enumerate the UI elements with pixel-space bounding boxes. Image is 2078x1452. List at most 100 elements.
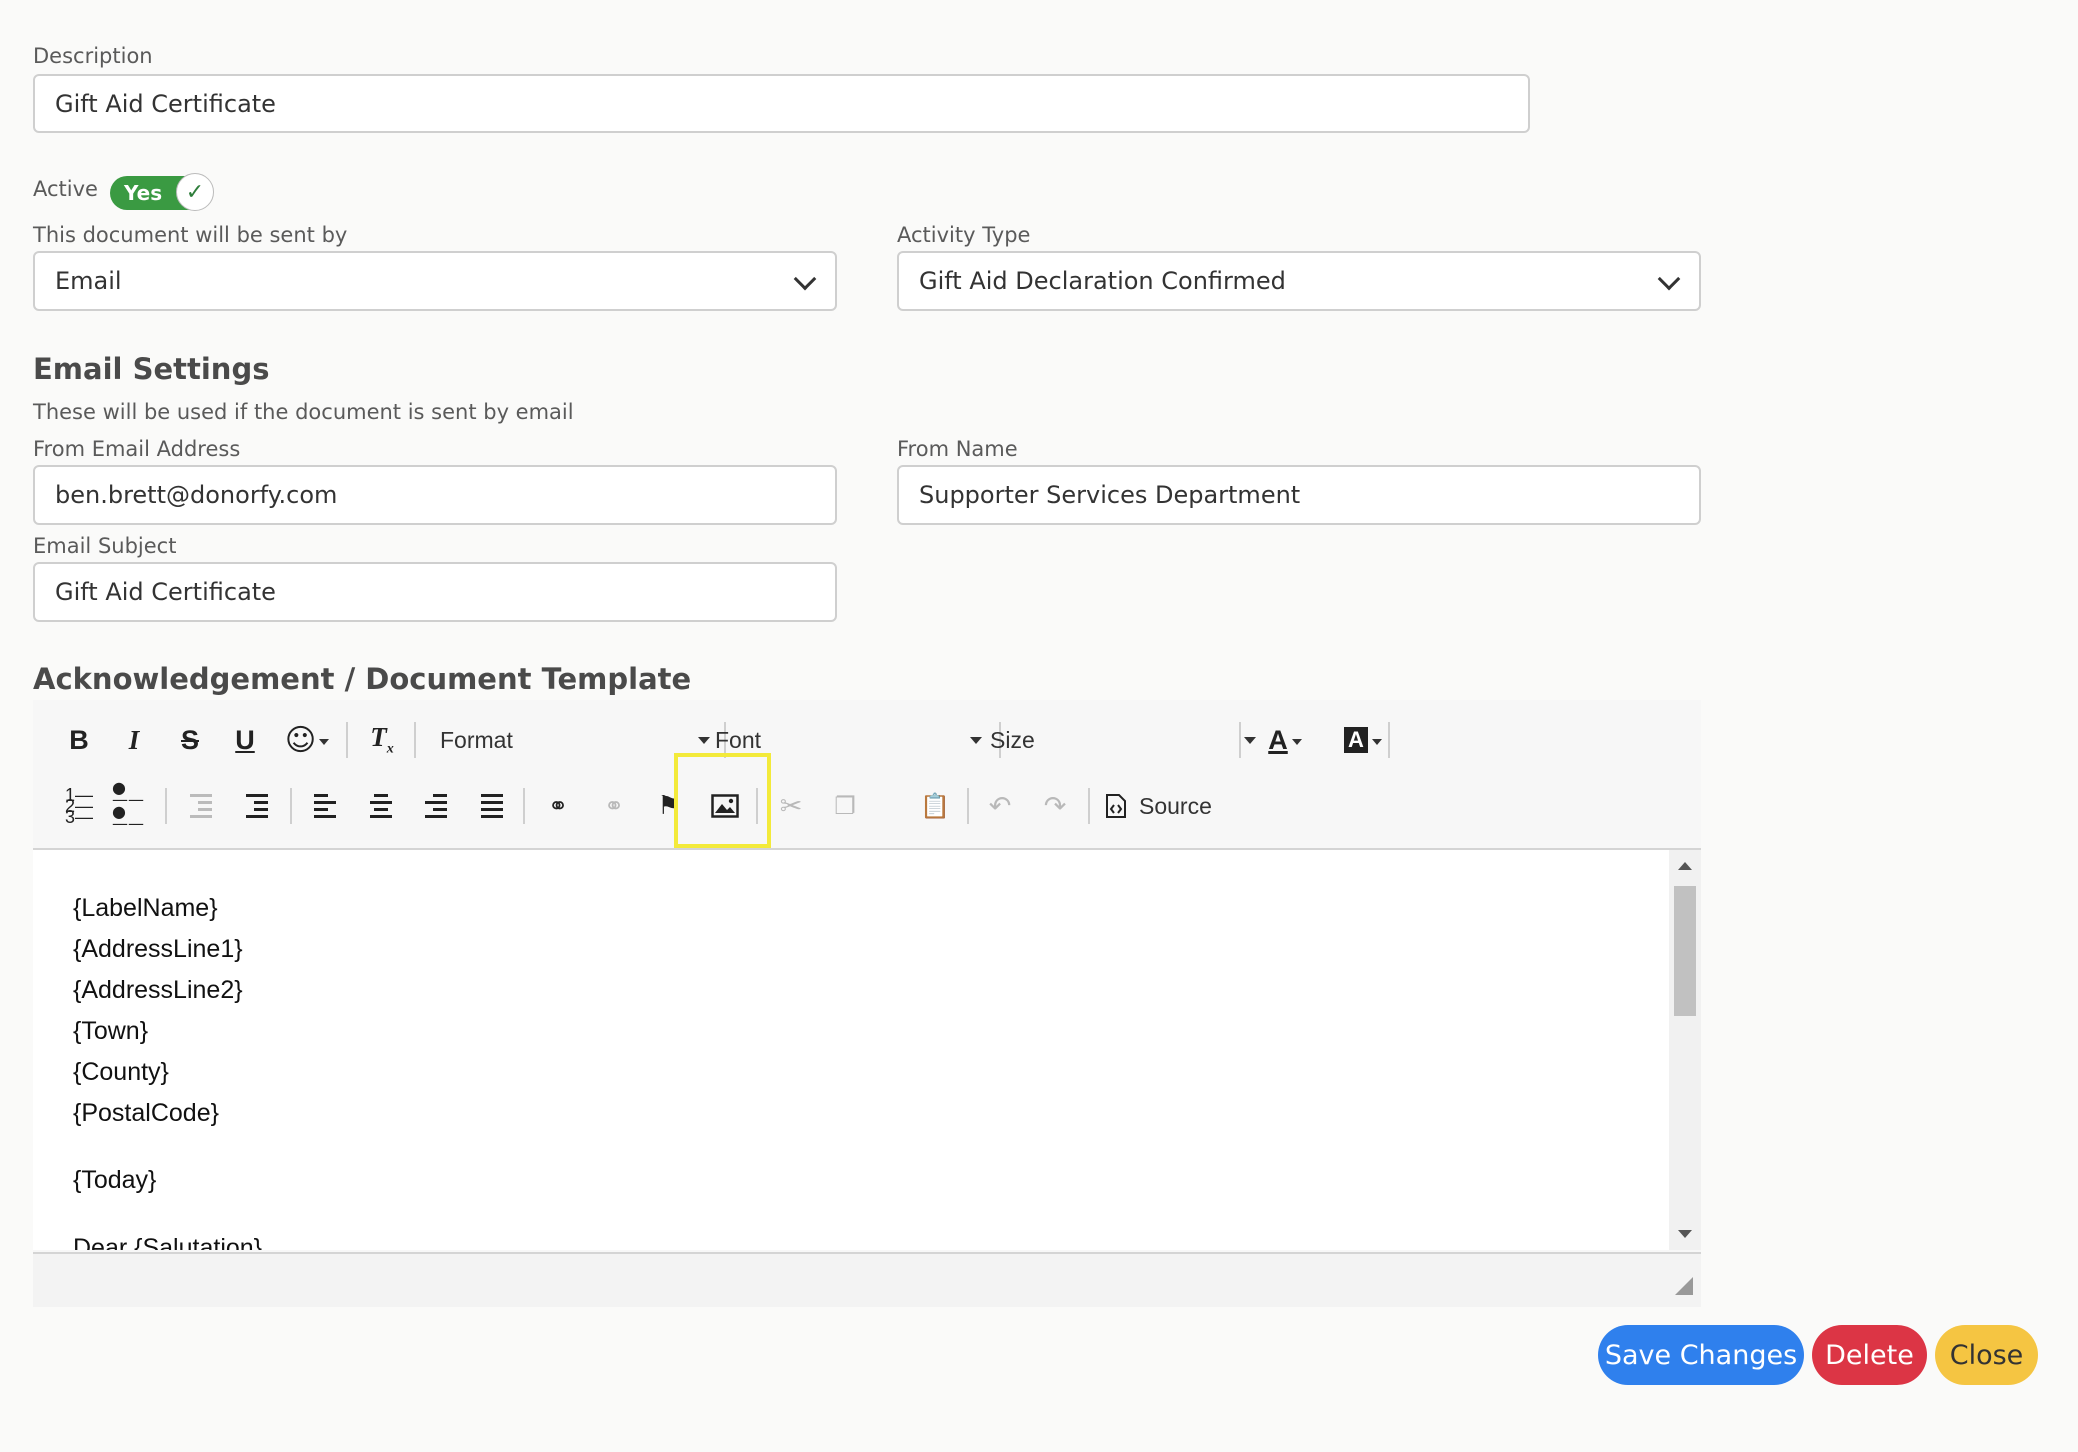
from-email-input[interactable]: ben.brett@donorfy.com [33, 465, 837, 525]
sent-by-value: Email [55, 267, 122, 295]
toolbar-separator [290, 788, 292, 824]
bulleted-list-button[interactable]: ●—— ●—— [112, 778, 156, 833]
remove-format-button[interactable]: Tx [360, 718, 404, 762]
format-dropdown[interactable]: Format [440, 718, 710, 762]
activity-type-select[interactable]: Gift Aid Declaration Confirmed [897, 251, 1701, 311]
activity-type-value: Gift Aid Declaration Confirmed [919, 267, 1286, 295]
content-line: {AddressLine1} [73, 935, 243, 963]
check-icon: ✓ [176, 173, 214, 211]
indent-button[interactable] [235, 784, 279, 828]
justify-icon [481, 792, 503, 820]
active-toggle[interactable]: Yes ✓ [110, 173, 214, 211]
cut-icon: ✂ [779, 790, 803, 822]
undo-icon: ↶ [988, 790, 1012, 822]
from-name-label: From Name [897, 437, 1018, 461]
strikethrough-button[interactable]: S [168, 718, 212, 762]
background-color-button[interactable]: A [1333, 718, 1393, 762]
source-icon [1106, 794, 1126, 818]
source-button[interactable]: Source [1105, 784, 1235, 828]
highlight-box [674, 753, 771, 848]
editor-scrollbar[interactable] [1669, 850, 1701, 1250]
cut-button[interactable]: ✂ [769, 784, 813, 828]
align-right-button[interactable] [414, 784, 458, 828]
undo-button[interactable]: ↶ [978, 784, 1022, 828]
numbered-list-icon: 1— 2— 3— [64, 784, 93, 827]
outdent-icon [190, 792, 212, 820]
align-center-icon [370, 792, 392, 820]
bold-button[interactable]: B [57, 718, 101, 762]
email-subject-label: Email Subject [33, 534, 177, 558]
font-label: Font [715, 726, 762, 753]
toolbar-separator [1088, 788, 1090, 824]
align-right-icon [425, 792, 447, 820]
paste-button[interactable]: 📋 [913, 784, 957, 828]
scrollbar-thumb[interactable] [1674, 886, 1696, 1016]
editor-toolbar: B I S U ☺ Tx Format Font Size A A 1— 2— … [33, 700, 1701, 850]
toolbar-separator [414, 722, 416, 758]
align-left-icon [314, 792, 336, 820]
sent-by-select[interactable]: Email [33, 251, 837, 311]
caret-down-icon [1371, 739, 1382, 745]
content-line: Dear {Salutation} [73, 1234, 263, 1250]
from-email-label: From Email Address [33, 437, 241, 461]
close-button[interactable]: Close [1935, 1325, 2038, 1385]
content-line: {AddressLine2} [73, 976, 243, 1004]
underline-button[interactable]: U [223, 718, 267, 762]
italic-button[interactable]: I [112, 718, 156, 762]
unlink-icon: ⚭ [603, 792, 625, 820]
toolbar-separator [1388, 722, 1390, 758]
caret-down-icon [319, 739, 330, 745]
editor-statusbar [33, 1252, 1701, 1307]
link-button[interactable]: ⚭ [536, 784, 580, 828]
bulleted-list-icon: ●—— ●—— [112, 778, 144, 833]
numbered-list-button[interactable]: 1— 2— 3— [57, 784, 101, 828]
format-label: Format [440, 726, 513, 753]
source-label: Source [1139, 792, 1212, 819]
emoji-button[interactable]: ☺ [279, 718, 335, 762]
delete-button[interactable]: Delete [1812, 1325, 1927, 1385]
content-line: {PostalCode} [73, 1099, 219, 1127]
size-label: Size [990, 726, 1035, 753]
caret-down-icon [1291, 739, 1302, 745]
size-dropdown[interactable]: Size [990, 718, 1256, 762]
toolbar-separator [967, 788, 969, 824]
save-changes-button[interactable]: Save Changes [1598, 1325, 1804, 1385]
outdent-button[interactable] [179, 784, 223, 828]
activity-type-label: Activity Type [897, 223, 1031, 247]
editor-content[interactable]: {LabelName} {AddressLine1} {AddressLine2… [33, 850, 1669, 1250]
description-input[interactable]: Gift Aid Certificate [33, 74, 1530, 133]
template-title: Acknowledgement / Document Template [33, 662, 692, 696]
email-subject-input[interactable]: Gift Aid Certificate [33, 562, 837, 622]
unlink-button[interactable]: ⚭ [592, 784, 636, 828]
active-label: Active [33, 177, 98, 201]
content-line: {Today} [73, 1166, 157, 1194]
redo-icon: ↷ [1043, 790, 1067, 822]
copy-button[interactable]: ❐ [823, 784, 867, 828]
caret-down-icon [698, 737, 710, 744]
justify-button[interactable] [470, 784, 514, 828]
chevron-down-icon [1657, 267, 1681, 291]
background-color-icon: A [1344, 727, 1368, 753]
rich-text-editor: B I S U ☺ Tx Format Font Size A A 1— 2— … [33, 700, 1701, 1307]
active-toggle-text: Yes [124, 181, 163, 205]
text-color-button[interactable]: A [1255, 718, 1315, 762]
toolbar-separator [165, 788, 167, 824]
email-settings-subtitle: These will be used if the document is se… [33, 400, 574, 424]
link-icon: ⚭ [547, 792, 569, 820]
redo-button[interactable]: ↷ [1033, 784, 1077, 828]
align-left-button[interactable] [303, 784, 347, 828]
align-center-button[interactable] [359, 784, 403, 828]
scroll-down-icon[interactable] [1678, 1230, 1692, 1238]
sent-by-label: This document will be sent by [33, 223, 348, 247]
content-line: {Town} [73, 1017, 149, 1045]
content-line: {County} [73, 1058, 169, 1086]
remove-format-icon: Tx [370, 722, 394, 757]
resize-handle-icon[interactable] [1675, 1277, 1693, 1295]
toolbar-separator [523, 788, 525, 824]
caret-down-icon [970, 737, 982, 744]
copy-icon: ❐ [834, 792, 856, 820]
content-line: {LabelName} [73, 894, 218, 922]
from-name-input[interactable]: Supporter Services Department [897, 465, 1701, 525]
toolbar-separator [346, 722, 348, 758]
scroll-up-icon[interactable] [1678, 862, 1692, 870]
